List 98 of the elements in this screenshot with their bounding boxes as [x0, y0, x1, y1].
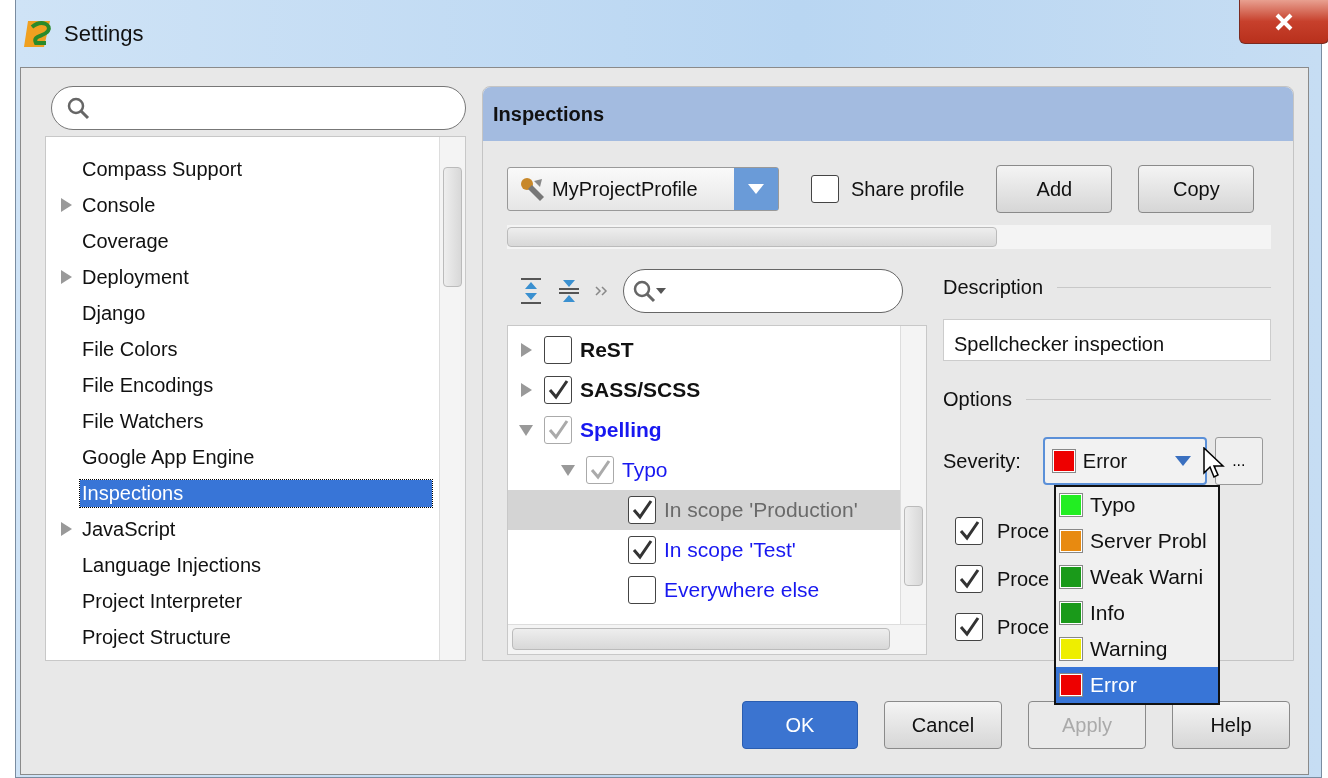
expand-arrow-icon[interactable] [519, 382, 533, 398]
sidebar-item[interactable]: Project Interpreter [80, 587, 247, 615]
dialog-button[interactable]: Cancel [884, 701, 1002, 749]
checkbox[interactable] [955, 565, 983, 593]
search-icon [66, 96, 90, 120]
checkmark-icon [547, 379, 569, 401]
option-label: Proce [997, 615, 1050, 639]
window-title: Settings [64, 20, 144, 47]
checkmark-icon [958, 520, 980, 542]
dropdown-arrow-icon [656, 287, 666, 295]
profile-value: MyProjectProfile [552, 177, 699, 201]
checkmark-icon [958, 616, 980, 638]
tree-label: Spelling [580, 418, 662, 442]
expand-arrow-icon[interactable] [519, 342, 533, 358]
checkbox[interactable] [628, 576, 656, 604]
mouse-cursor-icon [1203, 447, 1225, 479]
checkmark-icon [958, 568, 980, 590]
sidebar-item[interactable]: File Watchers [80, 407, 208, 435]
sidebar-item[interactable]: Inspections [80, 479, 432, 507]
sidebar-item[interactable]: JavaScript [80, 515, 180, 543]
tree-row[interactable]: In scope 'Test' [508, 530, 900, 570]
sidebar-item[interactable]: Django [80, 299, 150, 327]
share-profile-label: Share profile [851, 177, 965, 201]
collapse-all-icon[interactable] [557, 277, 581, 305]
wrench-icon [518, 175, 546, 203]
sidebar-item[interactable]: Coverage [80, 227, 173, 255]
dropdown-arrow-icon [748, 183, 764, 195]
section-heading: Options [943, 387, 1012, 411]
expand-all-icon[interactable] [519, 277, 543, 305]
menu-item[interactable]: Error [1056, 667, 1218, 703]
chevrons-icon[interactable] [595, 285, 609, 297]
tree-label: In scope 'Production' [664, 498, 858, 522]
dropdown-arrow-icon [1174, 455, 1191, 467]
checkmark-icon [547, 419, 569, 441]
dialog-button[interactable]: OK [742, 701, 858, 749]
tree-row[interactable]: In scope 'Production' [508, 490, 900, 530]
sidebar-item[interactable]: Compass Support [80, 155, 247, 183]
expand-arrow-icon[interactable] [59, 197, 73, 213]
sidebar-item[interactable]: File Colors [80, 335, 182, 363]
expand-arrow-icon[interactable] [59, 269, 73, 285]
sidebar-item[interactable]: Google App Engine [80, 443, 259, 471]
checkmark-icon [589, 459, 611, 481]
checkbox[interactable] [544, 376, 572, 404]
panel-title: Inspections [493, 102, 605, 126]
sidebar-item[interactable]: File Encodings [80, 371, 218, 399]
checkmark-icon [631, 499, 653, 521]
tree-row[interactable]: Everywhere else [508, 570, 900, 610]
menu-item[interactable]: Weak Warni [1056, 559, 1218, 595]
expand-arrow-icon[interactable] [59, 521, 73, 537]
search-icon [632, 279, 656, 303]
menu-item[interactable]: Server Probl [1056, 523, 1218, 559]
scrollbar[interactable] [507, 225, 1271, 249]
section-heading: Description [943, 275, 1044, 299]
tree-label: SASS/SCSS [580, 378, 701, 402]
checkbox[interactable] [544, 416, 572, 444]
tree-row[interactable]: SASS/SCSS [508, 370, 900, 410]
option-label: Proce [997, 567, 1050, 591]
tree-label: ReST [580, 338, 634, 362]
checkbox[interactable] [811, 175, 839, 203]
checkbox[interactable] [628, 496, 656, 524]
search-field[interactable] [51, 86, 466, 130]
sidebar-item[interactable]: Language Injections [80, 551, 266, 579]
checkbox[interactable] [586, 456, 614, 484]
scrollbar[interactable] [900, 326, 926, 624]
profile-dropdown[interactable]: MyProjectProfile [507, 167, 779, 211]
option-label: Proce [997, 519, 1050, 543]
sidebar-item[interactable]: Project Structure [80, 623, 235, 651]
tree-label: Typo [622, 458, 668, 482]
expand-arrow-icon[interactable] [519, 422, 533, 438]
severity-dropdown[interactable]: Error [1042, 437, 1207, 485]
close-icon [1274, 12, 1294, 31]
menu-item[interactable]: Info [1056, 595, 1218, 631]
menu-item[interactable]: Warning [1056, 631, 1218, 667]
severity-label: Severity: [943, 449, 1021, 473]
dialog-button[interactable]: Help [1172, 701, 1290, 749]
checkbox[interactable] [955, 613, 983, 641]
description-text: Spellchecker inspection [954, 333, 1165, 356]
tree-row[interactable]: Spelling [508, 410, 900, 450]
expand-arrow-icon[interactable] [561, 462, 575, 478]
scrollbar[interactable] [508, 624, 926, 654]
checkbox[interactable] [955, 517, 983, 545]
checkmark-icon [631, 539, 653, 561]
close-button[interactable] [1239, 0, 1328, 44]
tree-label: Everywhere else [664, 578, 820, 602]
sidebar-item[interactable]: Deployment [80, 263, 193, 291]
sidebar-item[interactable]: Console [80, 191, 160, 219]
more-button[interactable]: ... [1214, 437, 1263, 485]
scrollbar[interactable] [439, 137, 465, 660]
severity-value: Error [1082, 449, 1129, 473]
tree-row[interactable]: ReST [508, 330, 900, 370]
search-field[interactable] [623, 269, 903, 313]
menu-item[interactable]: Typo [1056, 487, 1218, 523]
checkbox[interactable] [544, 336, 572, 364]
tree-row[interactable]: Typo [508, 450, 900, 490]
tree-label: In scope 'Test' [664, 538, 796, 562]
profile-button[interactable]: Copy [1138, 165, 1255, 213]
profile-button[interactable]: Add [996, 165, 1113, 213]
checkbox[interactable] [628, 536, 656, 564]
